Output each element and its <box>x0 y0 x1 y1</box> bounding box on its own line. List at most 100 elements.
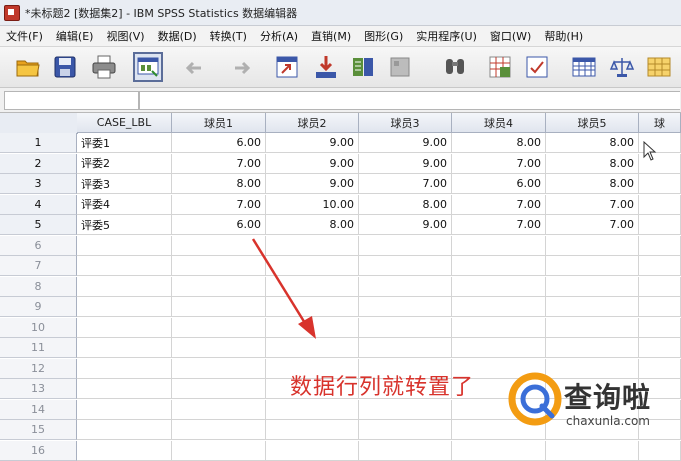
split-file-icon[interactable] <box>570 53 598 81</box>
grid-cell[interactable] <box>452 317 546 338</box>
grid-cell[interactable] <box>172 399 266 420</box>
grid-cell[interactable] <box>546 297 639 317</box>
menu-window[interactable]: 窗口(W) <box>484 28 538 44</box>
goto-variable-icon[interactable] <box>312 53 340 81</box>
grid-cell[interactable]: 7.00 <box>546 215 639 235</box>
grid-cell[interactable]: 8.00 <box>452 133 546 153</box>
grid-cell[interactable]: 9.00 <box>266 133 359 153</box>
grid-cell[interactable] <box>639 276 681 297</box>
grid-cell[interactable] <box>172 440 266 461</box>
grid-cell[interactable] <box>359 440 452 461</box>
grid-cell[interactable] <box>546 338 639 358</box>
row-header[interactable]: 3 <box>0 174 77 194</box>
row-header[interactable]: 13 <box>0 379 77 399</box>
grid-cell[interactable] <box>77 358 172 379</box>
grid-cell[interactable]: 9.00 <box>359 153 452 174</box>
grid-cell[interactable] <box>77 338 172 358</box>
grid-cell[interactable] <box>266 440 359 461</box>
menu-graphs[interactable]: 图形(G) <box>358 28 410 44</box>
select-cases-icon[interactable] <box>645 53 673 81</box>
column-header-player2[interactable]: 球员2 <box>266 113 359 133</box>
grid-cell[interactable] <box>639 215 681 235</box>
grid-cell[interactable]: 6.00 <box>172 133 266 153</box>
column-header-case-lbl[interactable]: CASE_LBL <box>77 113 172 133</box>
grid-cell[interactable] <box>452 338 546 358</box>
row-header[interactable]: 7 <box>0 256 77 276</box>
insert-cases-icon[interactable] <box>486 53 514 81</box>
print-icon[interactable] <box>90 53 118 81</box>
grid-cell[interactable] <box>359 338 452 358</box>
grid-cell[interactable] <box>359 235 452 256</box>
grid-cell[interactable] <box>266 420 359 440</box>
grid-cell[interactable] <box>172 420 266 440</box>
open-folder-icon[interactable] <box>14 53 42 81</box>
row-header[interactable]: 14 <box>0 399 77 420</box>
grid-cell[interactable] <box>452 297 546 317</box>
grid-cell[interactable]: 8.00 <box>359 194 452 215</box>
grid-cell[interactable] <box>77 297 172 317</box>
run-descriptives-icon[interactable] <box>386 53 414 81</box>
column-header-player3[interactable]: 球员3 <box>359 113 452 133</box>
grid-cell[interactable] <box>172 379 266 399</box>
menu-view[interactable]: 视图(V) <box>100 28 151 44</box>
column-header-player1[interactable]: 球员1 <box>172 113 266 133</box>
grid-cell[interactable] <box>77 440 172 461</box>
grid-cell[interactable] <box>546 235 639 256</box>
row-header[interactable]: 1 <box>0 133 77 153</box>
menu-file[interactable]: 文件(F) <box>0 28 50 44</box>
undo-icon[interactable] <box>184 53 212 81</box>
grid-cell[interactable]: 6.00 <box>452 174 546 194</box>
grid-cell[interactable]: 7.00 <box>452 153 546 174</box>
menu-edit[interactable]: 编辑(E) <box>50 28 101 44</box>
grid-cell[interactable] <box>77 420 172 440</box>
menu-transform[interactable]: 转换(T) <box>204 28 254 44</box>
grid-cell[interactable]: 9.00 <box>266 153 359 174</box>
row-header[interactable]: 9 <box>0 297 77 317</box>
grid-cell[interactable]: 8.00 <box>546 174 639 194</box>
grid-cell[interactable] <box>359 399 452 420</box>
redo-icon[interactable] <box>224 53 252 81</box>
insert-variable-icon[interactable] <box>523 53 551 81</box>
grid-cell[interactable] <box>359 276 452 297</box>
grid-cell[interactable] <box>452 235 546 256</box>
grid-cell[interactable] <box>639 317 681 338</box>
grid-cell[interactable] <box>359 297 452 317</box>
menu-utilities[interactable]: 实用程序(U) <box>410 28 484 44</box>
find-icon[interactable] <box>441 53 469 81</box>
save-icon[interactable] <box>51 53 79 81</box>
grid-cell[interactable] <box>77 317 172 338</box>
grid-cell[interactable] <box>546 317 639 338</box>
grid-cell[interactable]: 9.00 <box>359 133 452 153</box>
grid-cell[interactable]: 9.00 <box>359 215 452 235</box>
grid-cell[interactable] <box>359 420 452 440</box>
grid-cell[interactable] <box>639 256 681 276</box>
row-header[interactable]: 16 <box>0 440 77 461</box>
grid-cell[interactable]: 7.00 <box>172 153 266 174</box>
menu-direct-marketing[interactable]: 直销(M) <box>305 28 358 44</box>
variables-icon[interactable] <box>349 53 377 81</box>
row-header[interactable]: 2 <box>0 153 77 174</box>
column-header-player5[interactable]: 球员5 <box>546 113 639 133</box>
row-header[interactable]: 6 <box>0 235 77 256</box>
grid-cell[interactable]: 8.00 <box>546 133 639 153</box>
grid-cell[interactable] <box>452 440 546 461</box>
recall-dialog-icon[interactable] <box>133 52 163 82</box>
grid-cell[interactable] <box>77 399 172 420</box>
grid-cell[interactable]: 评委1 <box>77 133 172 153</box>
menu-data[interactable]: 数据(D) <box>152 28 204 44</box>
row-header[interactable]: 8 <box>0 276 77 297</box>
grid-cell[interactable]: 6.00 <box>172 215 266 235</box>
grid-cell[interactable]: 8.00 <box>266 215 359 235</box>
grid-cell[interactable] <box>546 256 639 276</box>
grid-cell[interactable]: 8.00 <box>546 153 639 174</box>
grid-cell[interactable]: 7.00 <box>452 215 546 235</box>
grid-cell[interactable]: 评委5 <box>77 215 172 235</box>
grid-cell[interactable]: 7.00 <box>452 194 546 215</box>
grid-cell[interactable] <box>639 174 681 194</box>
grid-cell[interactable] <box>266 399 359 420</box>
grid-cell[interactable] <box>639 194 681 215</box>
grid-cell[interactable] <box>639 338 681 358</box>
cell-reference-field[interactable] <box>4 91 139 110</box>
weight-cases-icon[interactable] <box>608 53 636 81</box>
grid-cell[interactable]: 评委4 <box>77 194 172 215</box>
